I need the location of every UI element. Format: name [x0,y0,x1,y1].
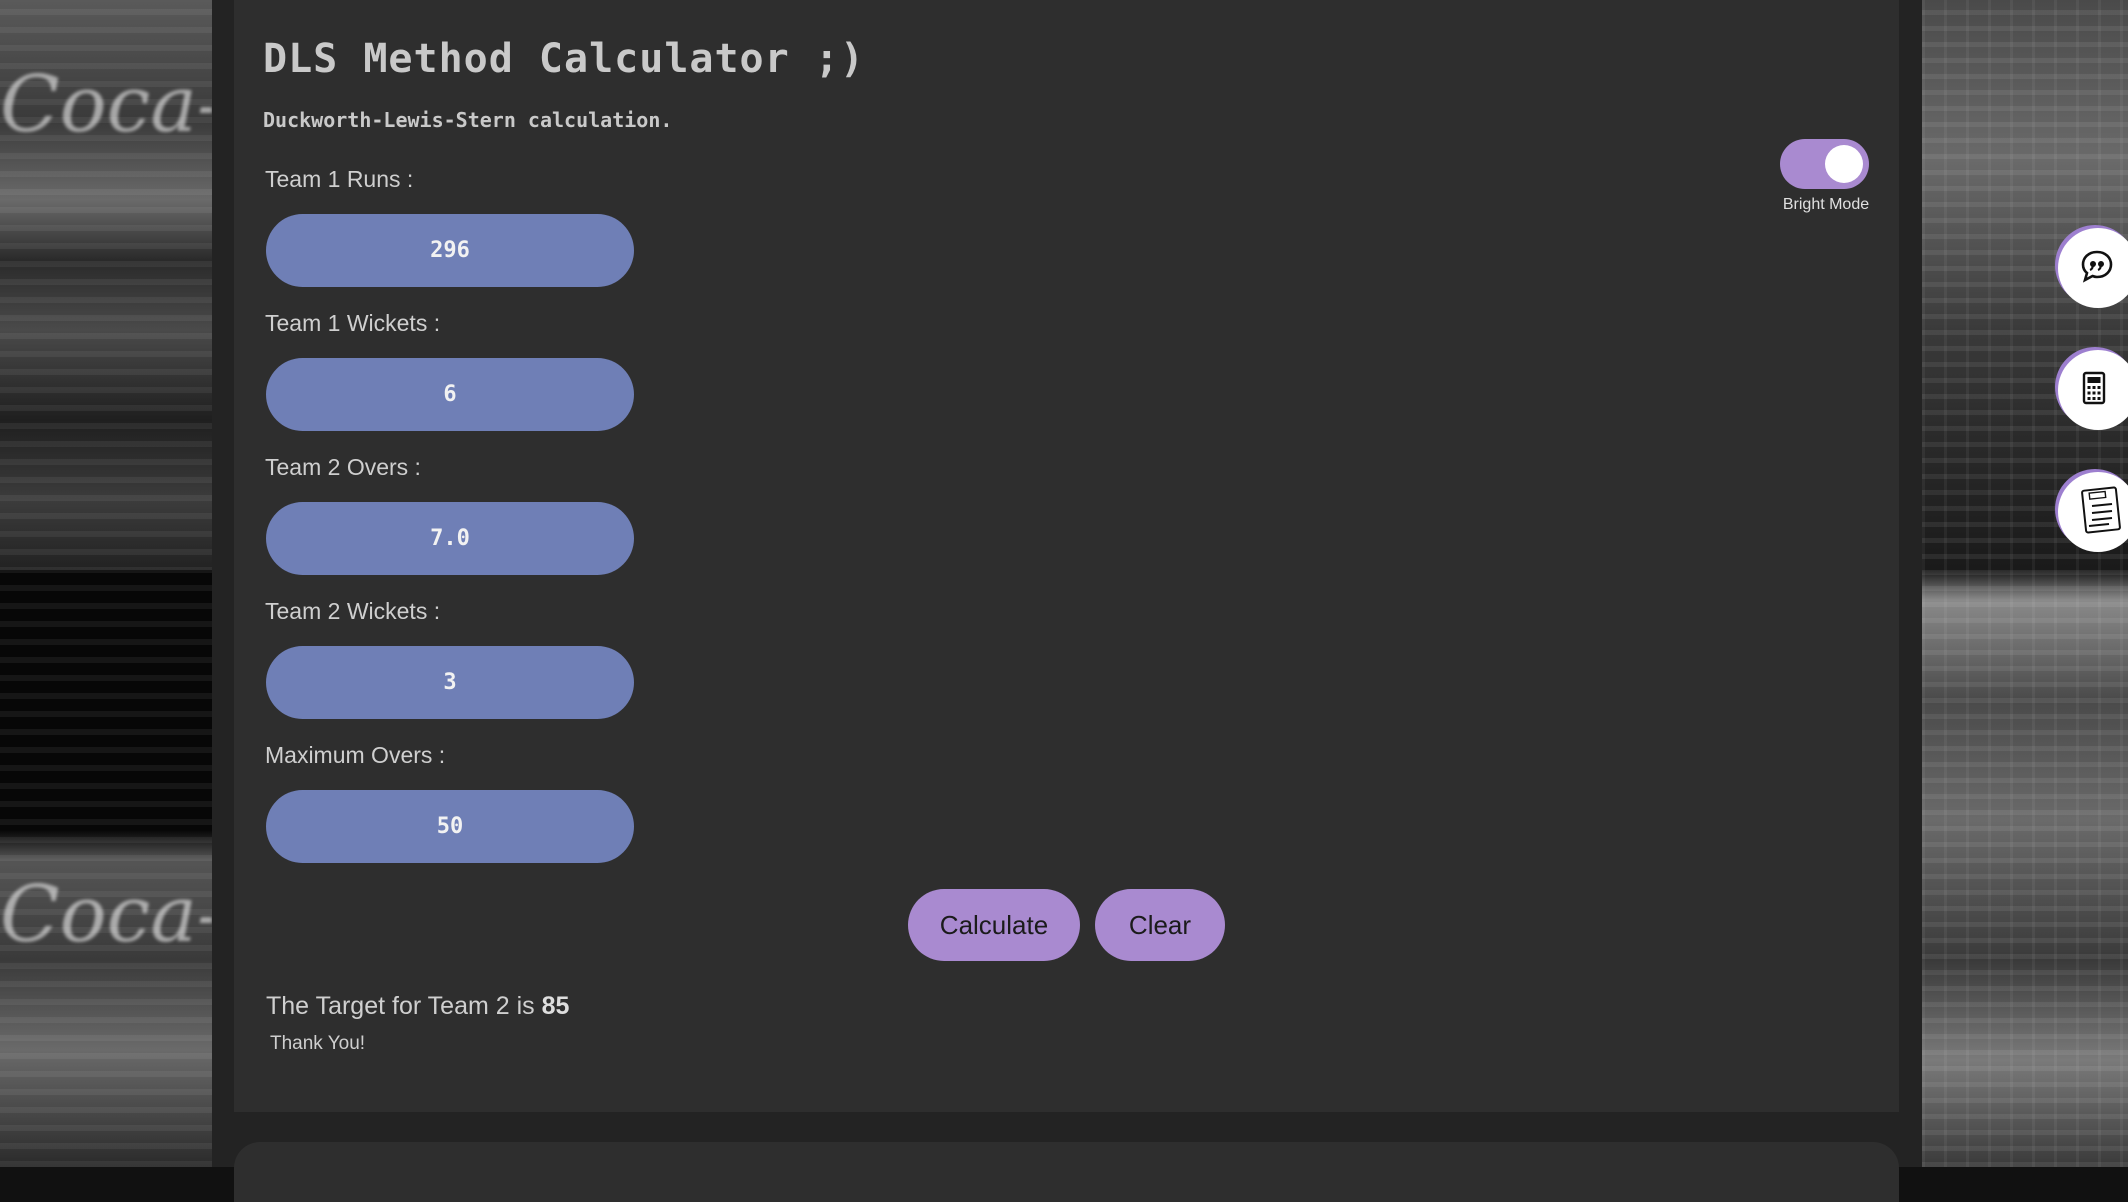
clear-button[interactable]: Clear [1095,889,1225,961]
team2-wickets-label: Team 2 Wickets : [265,598,441,624]
background-left: Coca-Co Coca-Co [0,0,212,1167]
team1-runs-label: Team 1 Runs : [265,166,414,192]
page-subtitle: Duckworth-Lewis-Stern calculation. [263,108,673,132]
calculator-icon [2058,371,2108,409]
result-text: The Target for Team 2 is 85 [266,992,569,1021]
maximum-overs-input[interactable] [266,790,634,863]
bright-mode-toggle[interactable] [1780,139,1869,189]
plan-list-icon [2058,486,2122,538]
result-prefix: The Target for Team 2 is [266,992,535,1020]
team1-runs-input[interactable] [266,214,634,287]
quote-chat-icon [2058,249,2114,287]
background-banner-decor: Coca-Co [0,870,212,960]
team2-overs-input[interactable] [266,502,634,575]
page-title: DLS Method Calculator ;) [263,36,865,82]
background-right [1922,0,2128,1167]
maximum-overs-label: Maximum Overs : [265,742,446,768]
calculator-button[interactable] [2058,350,2128,430]
quote-chat-button[interactable] [2058,228,2128,308]
toggle-knob [1825,145,1863,183]
calculate-button[interactable]: Calculate [908,889,1080,961]
footer-card [234,1142,1899,1202]
team1-wickets-label: Team 1 Wickets : [265,310,441,336]
team2-overs-label: Team 2 Overs : [265,454,421,480]
team1-wickets-input[interactable] [266,358,634,431]
target-value: 85 [541,992,570,1020]
plan-list-button[interactable] [2058,472,2128,552]
bright-mode-label: Bright Mode [1782,196,1870,213]
team2-wickets-input[interactable] [266,646,634,719]
thank-you-text: Thank You! [270,1033,366,1054]
background-banner-decor: Coca-Co [0,60,212,150]
